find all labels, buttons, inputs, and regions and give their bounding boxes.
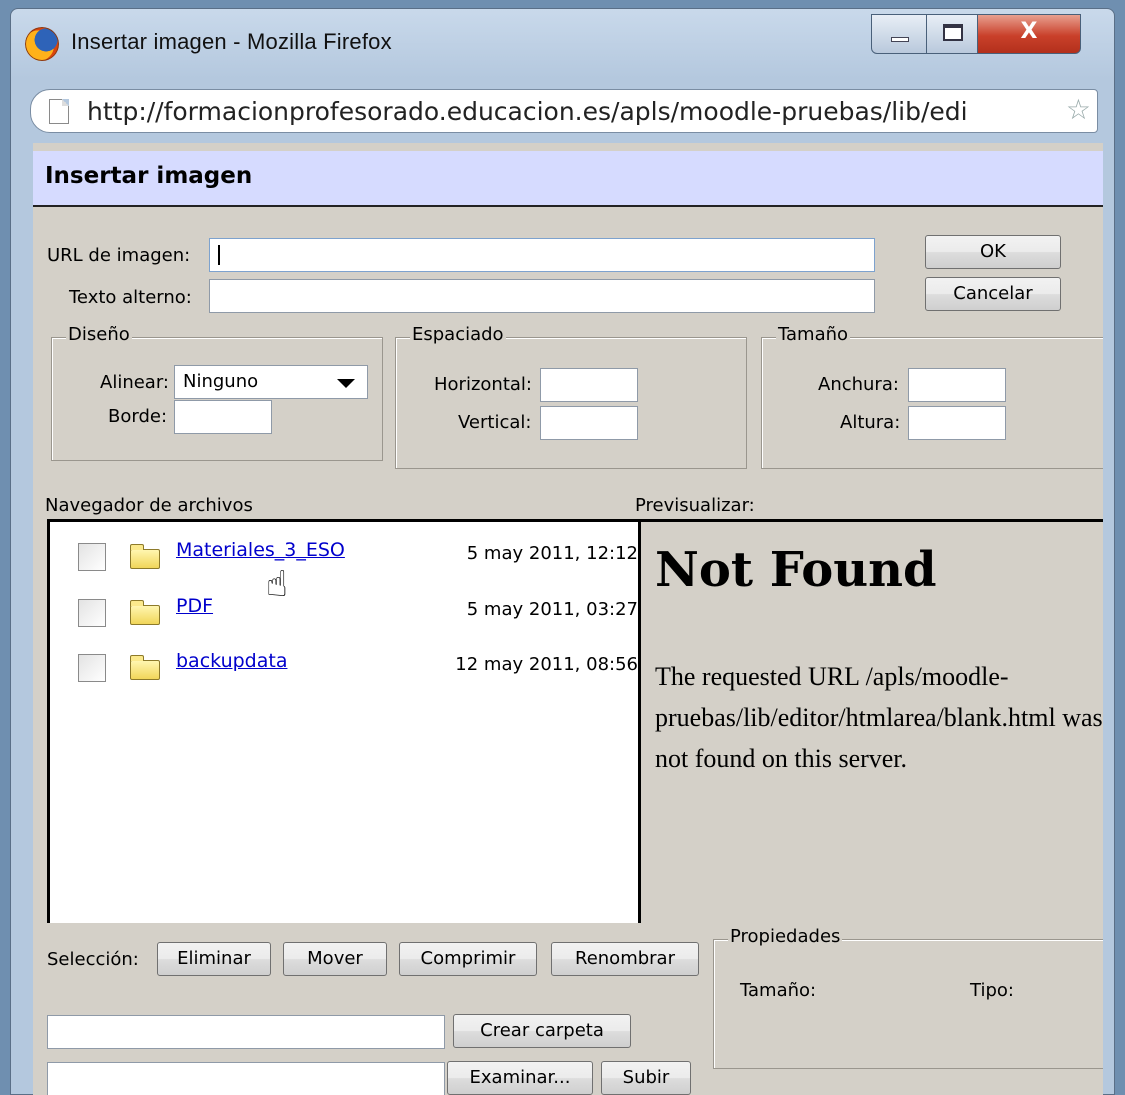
maximize-button[interactable] <box>926 14 978 54</box>
preview-pane: Not Found The requested URL /apls/moodle… <box>638 519 1103 923</box>
browser-window: Insertar imagen - Mozilla Firefox X http… <box>10 8 1115 1095</box>
folder-icon <box>130 655 160 680</box>
address-url[interactable]: http://formacionprofesorado.educacion.es… <box>87 97 968 126</box>
horizontal-label: Horizontal: <box>434 374 532 395</box>
firefox-logo-icon <box>25 27 59 61</box>
dialog-title: Insertar imagen <box>45 163 253 189</box>
border-label: Borde: <box>108 406 168 427</box>
upload-button[interactable]: Subir <box>601 1061 691 1095</box>
width-input[interactable] <box>908 368 1006 402</box>
minimize-button[interactable] <box>871 14 927 54</box>
text-caret <box>218 245 220 265</box>
properties-size-label: Tamaño: <box>740 980 817 1001</box>
upload-file-input[interactable] <box>47 1062 445 1095</box>
bookmark-star-icon[interactable]: ☆ <box>1066 96 1091 124</box>
file-link[interactable]: PDF <box>176 595 213 617</box>
url-label: URL de imagen: <box>47 245 191 266</box>
properties-group: Propiedades Tamaño: Tipo: <box>713 926 1103 1069</box>
ok-button[interactable]: OK <box>925 235 1061 269</box>
address-bar[interactable]: http://formacionprofesorado.educacion.es… <box>30 89 1098 133</box>
browse-button[interactable]: Examinar... <box>447 1061 593 1095</box>
align-select[interactable]: Ninguno <box>174 365 368 399</box>
folder-icon <box>130 544 160 569</box>
close-button[interactable]: X <box>977 14 1081 54</box>
spacing-legend: Espaciado <box>410 324 506 345</box>
cancel-button[interactable]: Cancelar <box>925 277 1061 311</box>
page-icon <box>49 99 69 124</box>
vertical-label: Vertical: <box>458 412 532 433</box>
file-date: 12 may 2011, 08:56 <box>455 654 638 675</box>
align-selected-value: Ninguno <box>183 371 259 392</box>
vertical-input[interactable] <box>540 406 638 440</box>
file-checkbox[interactable] <box>78 599 106 627</box>
border-input[interactable] <box>174 400 272 434</box>
folder-icon <box>130 600 160 625</box>
delete-button[interactable]: Eliminar <box>157 942 271 976</box>
create-folder-button[interactable]: Crear carpeta <box>453 1014 631 1048</box>
file-row: backupdata 12 may 2011, 08:56 <box>78 648 638 688</box>
height-input[interactable] <box>908 406 1006 440</box>
preview-message: The requested URL /apls/moodle-pruebas/l… <box>655 662 1103 773</box>
size-group: Tamaño Anchura: Altura: <box>761 324 1103 469</box>
move-button[interactable]: Mover <box>283 942 387 976</box>
file-date: 5 may 2011, 12:12 <box>466 543 638 564</box>
layout-group: Diseño Alinear: Ninguno Borde: <box>51 324 383 461</box>
preview-label: Previsualizar: <box>635 495 755 516</box>
align-label: Alinear: <box>100 372 169 393</box>
minimize-icon <box>891 37 909 42</box>
chevron-down-icon <box>337 379 355 388</box>
spacing-group: Espaciado Horizontal: Vertical: <box>395 324 747 469</box>
compress-button[interactable]: Comprimir <box>399 942 537 976</box>
properties-type-label: Tipo: <box>970 980 1014 1001</box>
size-legend: Tamaño <box>776 324 851 345</box>
file-checkbox[interactable] <box>78 543 106 571</box>
layout-legend: Diseño <box>66 324 132 345</box>
file-date: 5 may 2011, 03:27 <box>466 599 638 620</box>
file-link[interactable]: backupdata <box>176 650 287 672</box>
window-title: Insertar imagen - Mozilla Firefox <box>71 29 392 54</box>
file-row: PDF 5 may 2011, 03:27 <box>78 593 638 633</box>
file-checkbox[interactable] <box>78 654 106 682</box>
height-label: Altura: <box>840 412 901 433</box>
file-browser: Materiales_3_ESO 5 may 2011, 12:12 ☝ PDF… <box>47 519 641 923</box>
image-url-input[interactable] <box>209 238 875 272</box>
file-link[interactable]: Materiales_3_ESO <box>176 539 345 561</box>
alt-text-input[interactable] <box>209 279 875 313</box>
new-folder-input[interactable] <box>47 1015 445 1049</box>
dialog-content: Insertar imagen URL de imagen: Texto alt… <box>33 143 1103 1095</box>
title-bar[interactable]: Insertar imagen - Mozilla Firefox X <box>11 9 1114 81</box>
selection-label: Selección: <box>47 949 139 970</box>
rename-button[interactable]: Renombrar <box>551 942 699 976</box>
close-icon: X <box>1020 19 1038 44</box>
dialog-header: Insertar imagen <box>33 151 1103 207</box>
horizontal-input[interactable] <box>540 368 638 402</box>
properties-legend: Propiedades <box>728 926 843 947</box>
width-label: Anchura: <box>818 374 899 395</box>
file-row: Materiales_3_ESO 5 may 2011, 12:12 ☝ <box>78 537 638 603</box>
file-browser-label: Navegador de archivos <box>45 495 253 516</box>
maximize-icon <box>943 24 963 41</box>
alt-text-label: Texto alterno: <box>69 287 192 308</box>
preview-heading: Not Found <box>655 542 937 598</box>
